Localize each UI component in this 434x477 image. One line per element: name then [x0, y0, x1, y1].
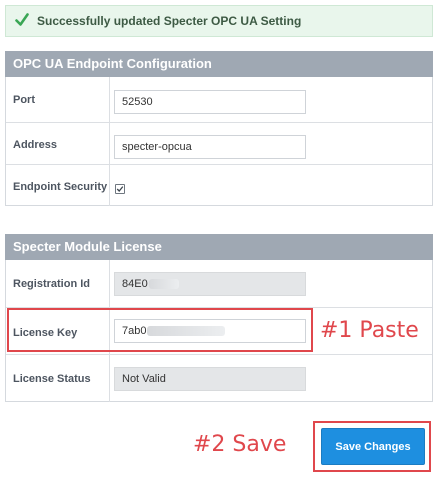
endpoint-security-checkbox[interactable] [115, 184, 125, 194]
address-label: Address [13, 139, 58, 151]
registration-label: Registration Id [13, 278, 91, 290]
row-divider [109, 355, 110, 402]
row-divider [109, 260, 110, 307]
paste-highlight-box [7, 308, 313, 352]
license-status-value: Not Valid [122, 373, 166, 385]
endpoint-security-row: Endpoint Security [6, 164, 432, 206]
paste-annotation: #1 Paste [320, 318, 419, 343]
redacted-blur [148, 279, 179, 290]
row-divider [109, 77, 110, 122]
address-input[interactable] [114, 135, 306, 159]
save-annotation: #2 Save [193, 432, 287, 457]
success-alert: Successfully updated Specter OPC UA Sett… [5, 5, 433, 37]
license-status-label: License Status [13, 373, 91, 385]
checkmark-icon [116, 186, 124, 192]
registration-id-value: 84E0 [122, 278, 148, 290]
row-divider [109, 165, 110, 206]
save-changes-button[interactable]: Save Changes [321, 428, 425, 465]
license-header: Specter Module License [5, 234, 433, 260]
port-label: Port [13, 94, 35, 106]
registration-id-field: 84E0 [114, 272, 306, 296]
row-divider [109, 123, 110, 164]
endpoint-config-header: OPC UA Endpoint Configuration [5, 51, 433, 77]
alert-message: Successfully updated Specter OPC UA Sett… [37, 14, 302, 28]
endpoint-security-label: Endpoint Security [13, 181, 108, 193]
license-status-field: Not Valid [114, 367, 306, 391]
check-icon [15, 13, 29, 26]
port-input[interactable] [114, 90, 306, 114]
